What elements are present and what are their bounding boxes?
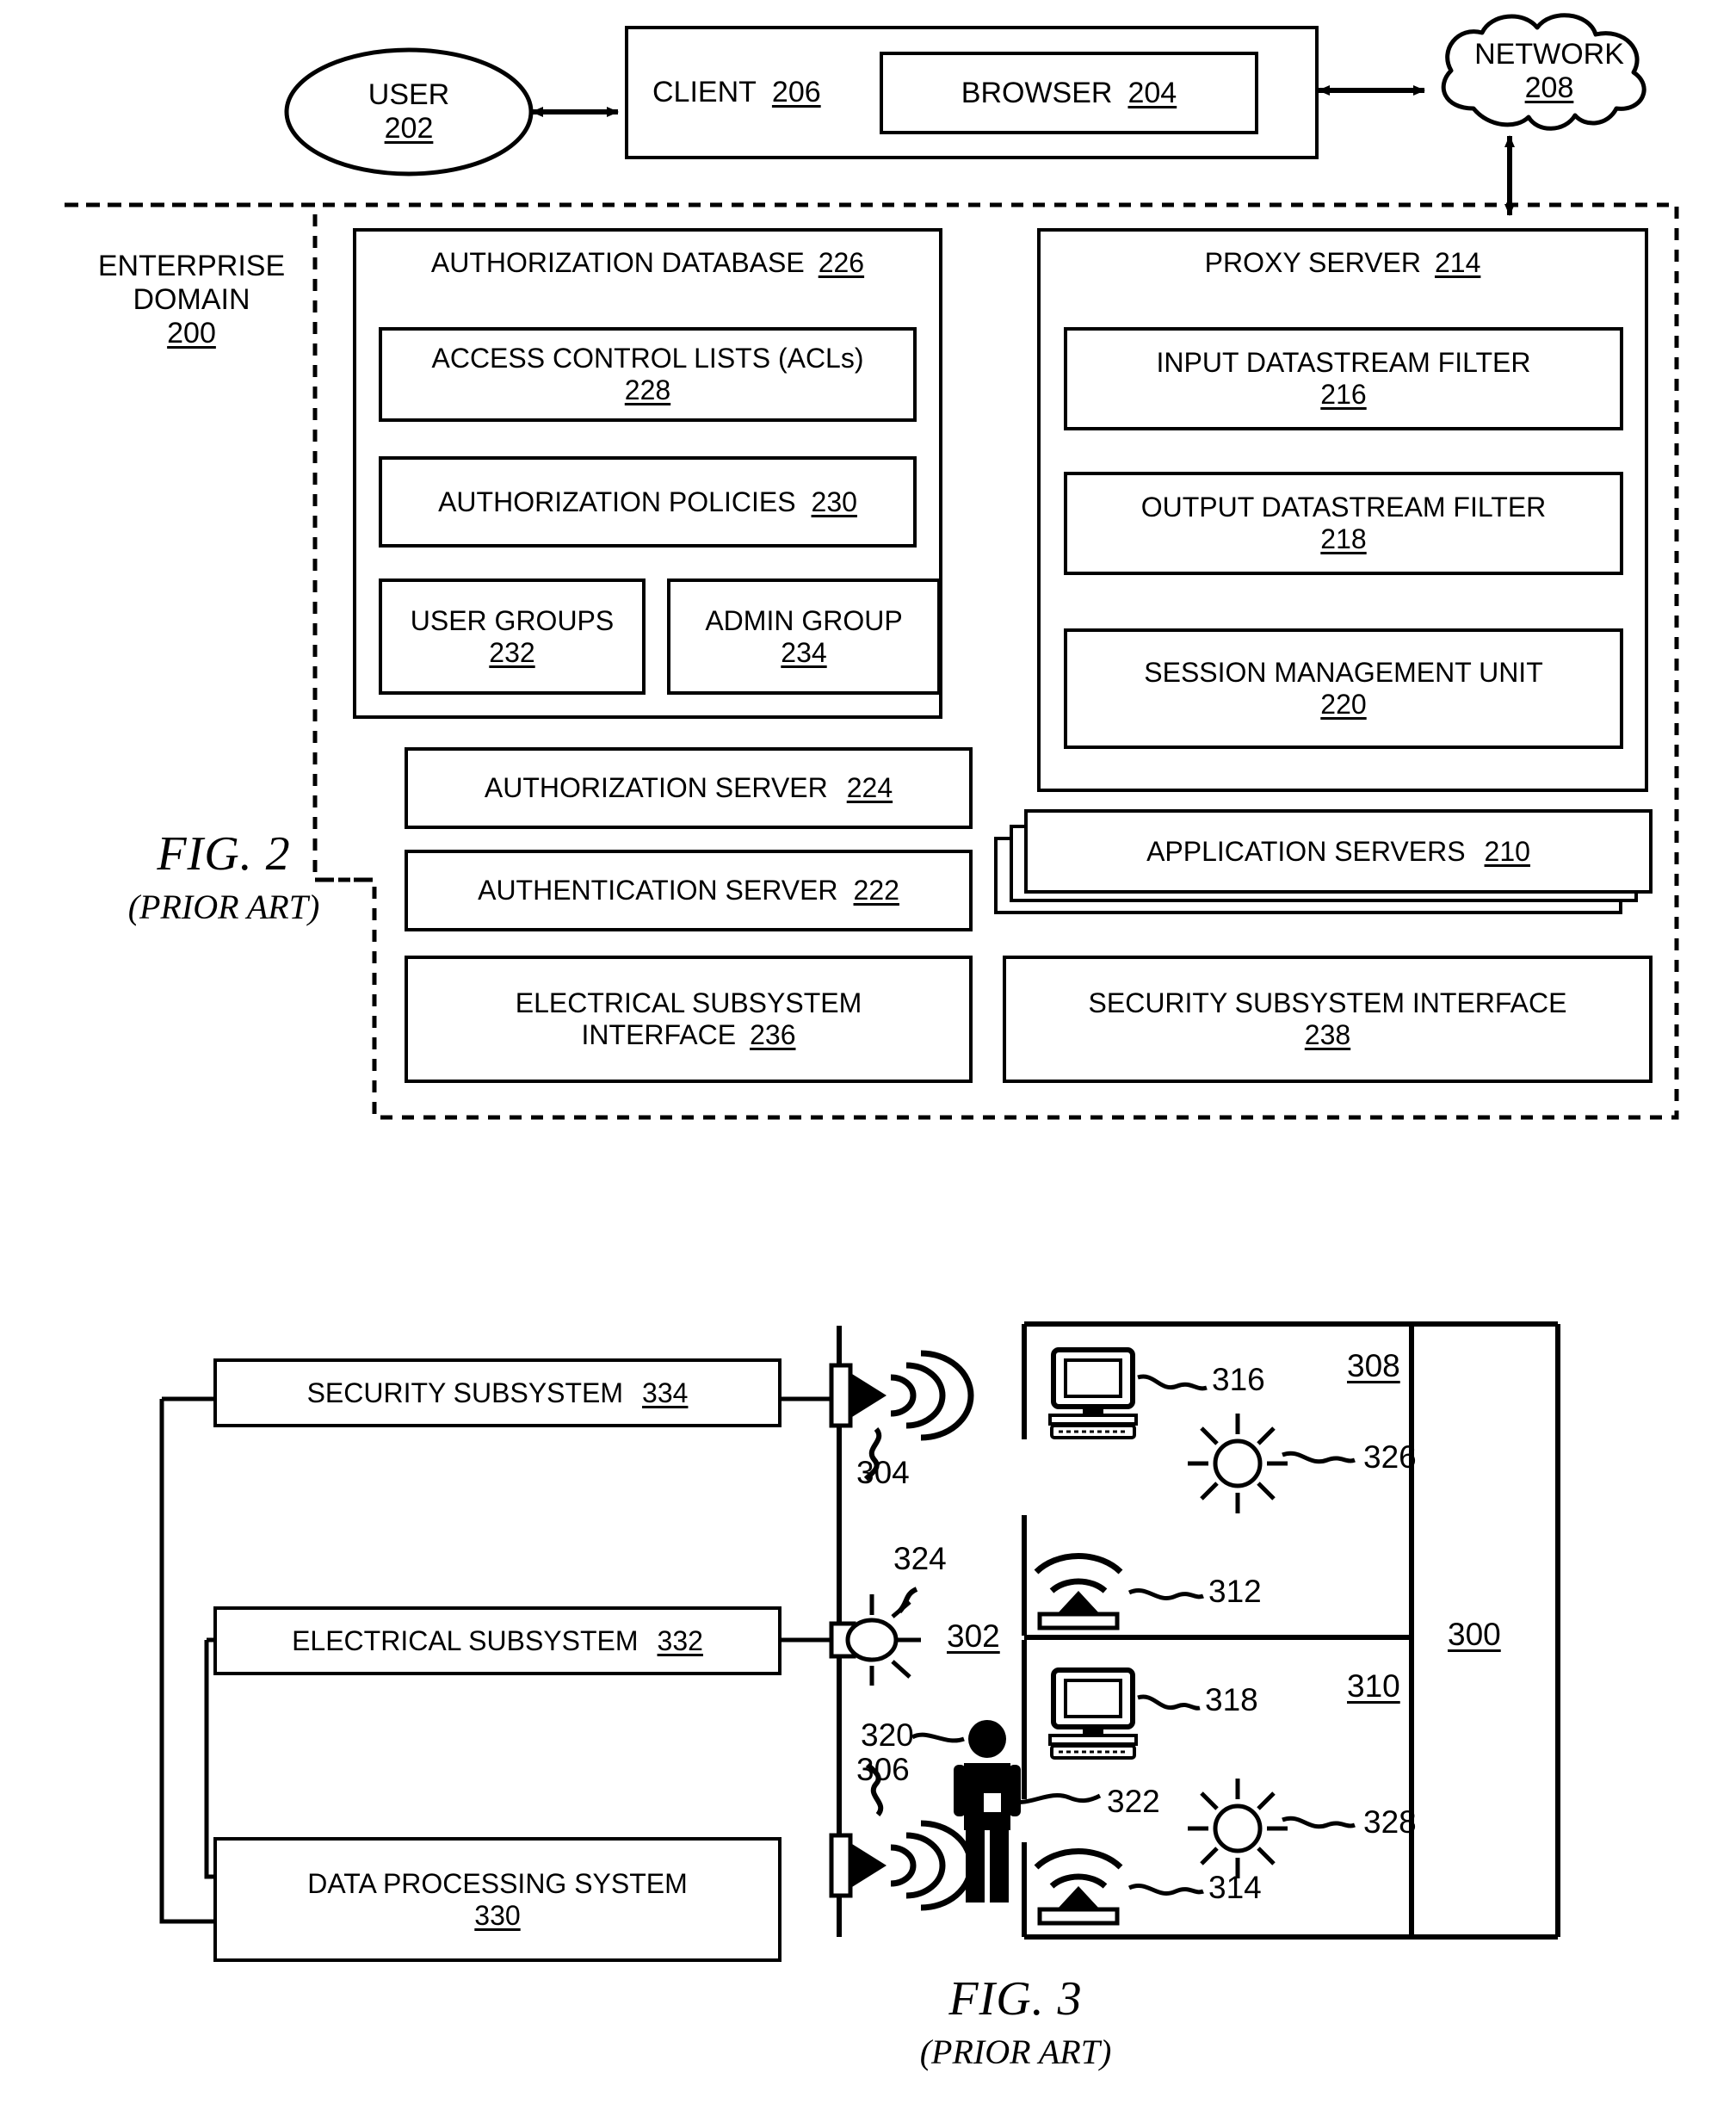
- fig3-caption: FIG. 3 (PRIOR ART): [843, 1971, 1188, 2072]
- sensor-312-icon: [1034, 1553, 1204, 1630]
- light-326-icon: [1188, 1414, 1356, 1513]
- security-subsystem-label: SECURITY SUBSYSTEM: [306, 1377, 624, 1408]
- ref-308: 308: [1347, 1348, 1400, 1383]
- ref-312: 312: [1208, 1574, 1262, 1609]
- wall-light-324-icon: [829, 1587, 921, 1686]
- computer-318-icon: [1048, 1667, 1201, 1760]
- electrical-subsystem-box: ELECTRICAL SUBSYSTEM 332: [213, 1606, 782, 1675]
- fig3-graphics: [159, 1321, 1560, 1940]
- security-subsystem-box: SECURITY SUBSYSTEM 334: [213, 1358, 782, 1427]
- security-subsystem-ref: 334: [642, 1377, 689, 1408]
- patent-drawing-sheet: USER 202 CLIENT 206 BROWSER 204 NETWORK …: [0, 0, 1736, 2116]
- data-processing-system-label: DATA PROCESSING SYSTEM: [307, 1867, 688, 1899]
- sensor-314-icon: [1034, 1848, 1204, 1926]
- ref-322: 322: [1107, 1784, 1160, 1819]
- ref-320: 320: [861, 1717, 914, 1753]
- ref-310: 310: [1347, 1668, 1400, 1704]
- ref-318: 318: [1205, 1682, 1258, 1717]
- light-328-icon: [1188, 1779, 1356, 1878]
- ref-326: 326: [1363, 1439, 1417, 1475]
- ref-316: 316: [1212, 1362, 1265, 1397]
- ref-306: 306: [856, 1752, 910, 1787]
- fig3-caption-main: FIG. 3: [948, 1972, 1083, 2026]
- computer-316-icon: [1048, 1347, 1208, 1439]
- ref-324: 324: [893, 1541, 947, 1576]
- ref-314: 314: [1208, 1870, 1262, 1905]
- ref-302: 302: [947, 1618, 1000, 1654]
- ref-328: 328: [1363, 1804, 1417, 1840]
- ref-300: 300: [1448, 1617, 1501, 1652]
- electrical-subsystem-ref: 332: [657, 1624, 703, 1656]
- data-processing-system-box: DATA PROCESSING SYSTEM 330: [213, 1837, 782, 1962]
- fig3-caption-sub: (PRIOR ART): [919, 2032, 1112, 2071]
- ref-304: 304: [856, 1455, 910, 1490]
- electrical-subsystem-label: ELECTRICAL SUBSYSTEM: [292, 1624, 639, 1656]
- data-processing-system-ref: 330: [474, 1899, 521, 1931]
